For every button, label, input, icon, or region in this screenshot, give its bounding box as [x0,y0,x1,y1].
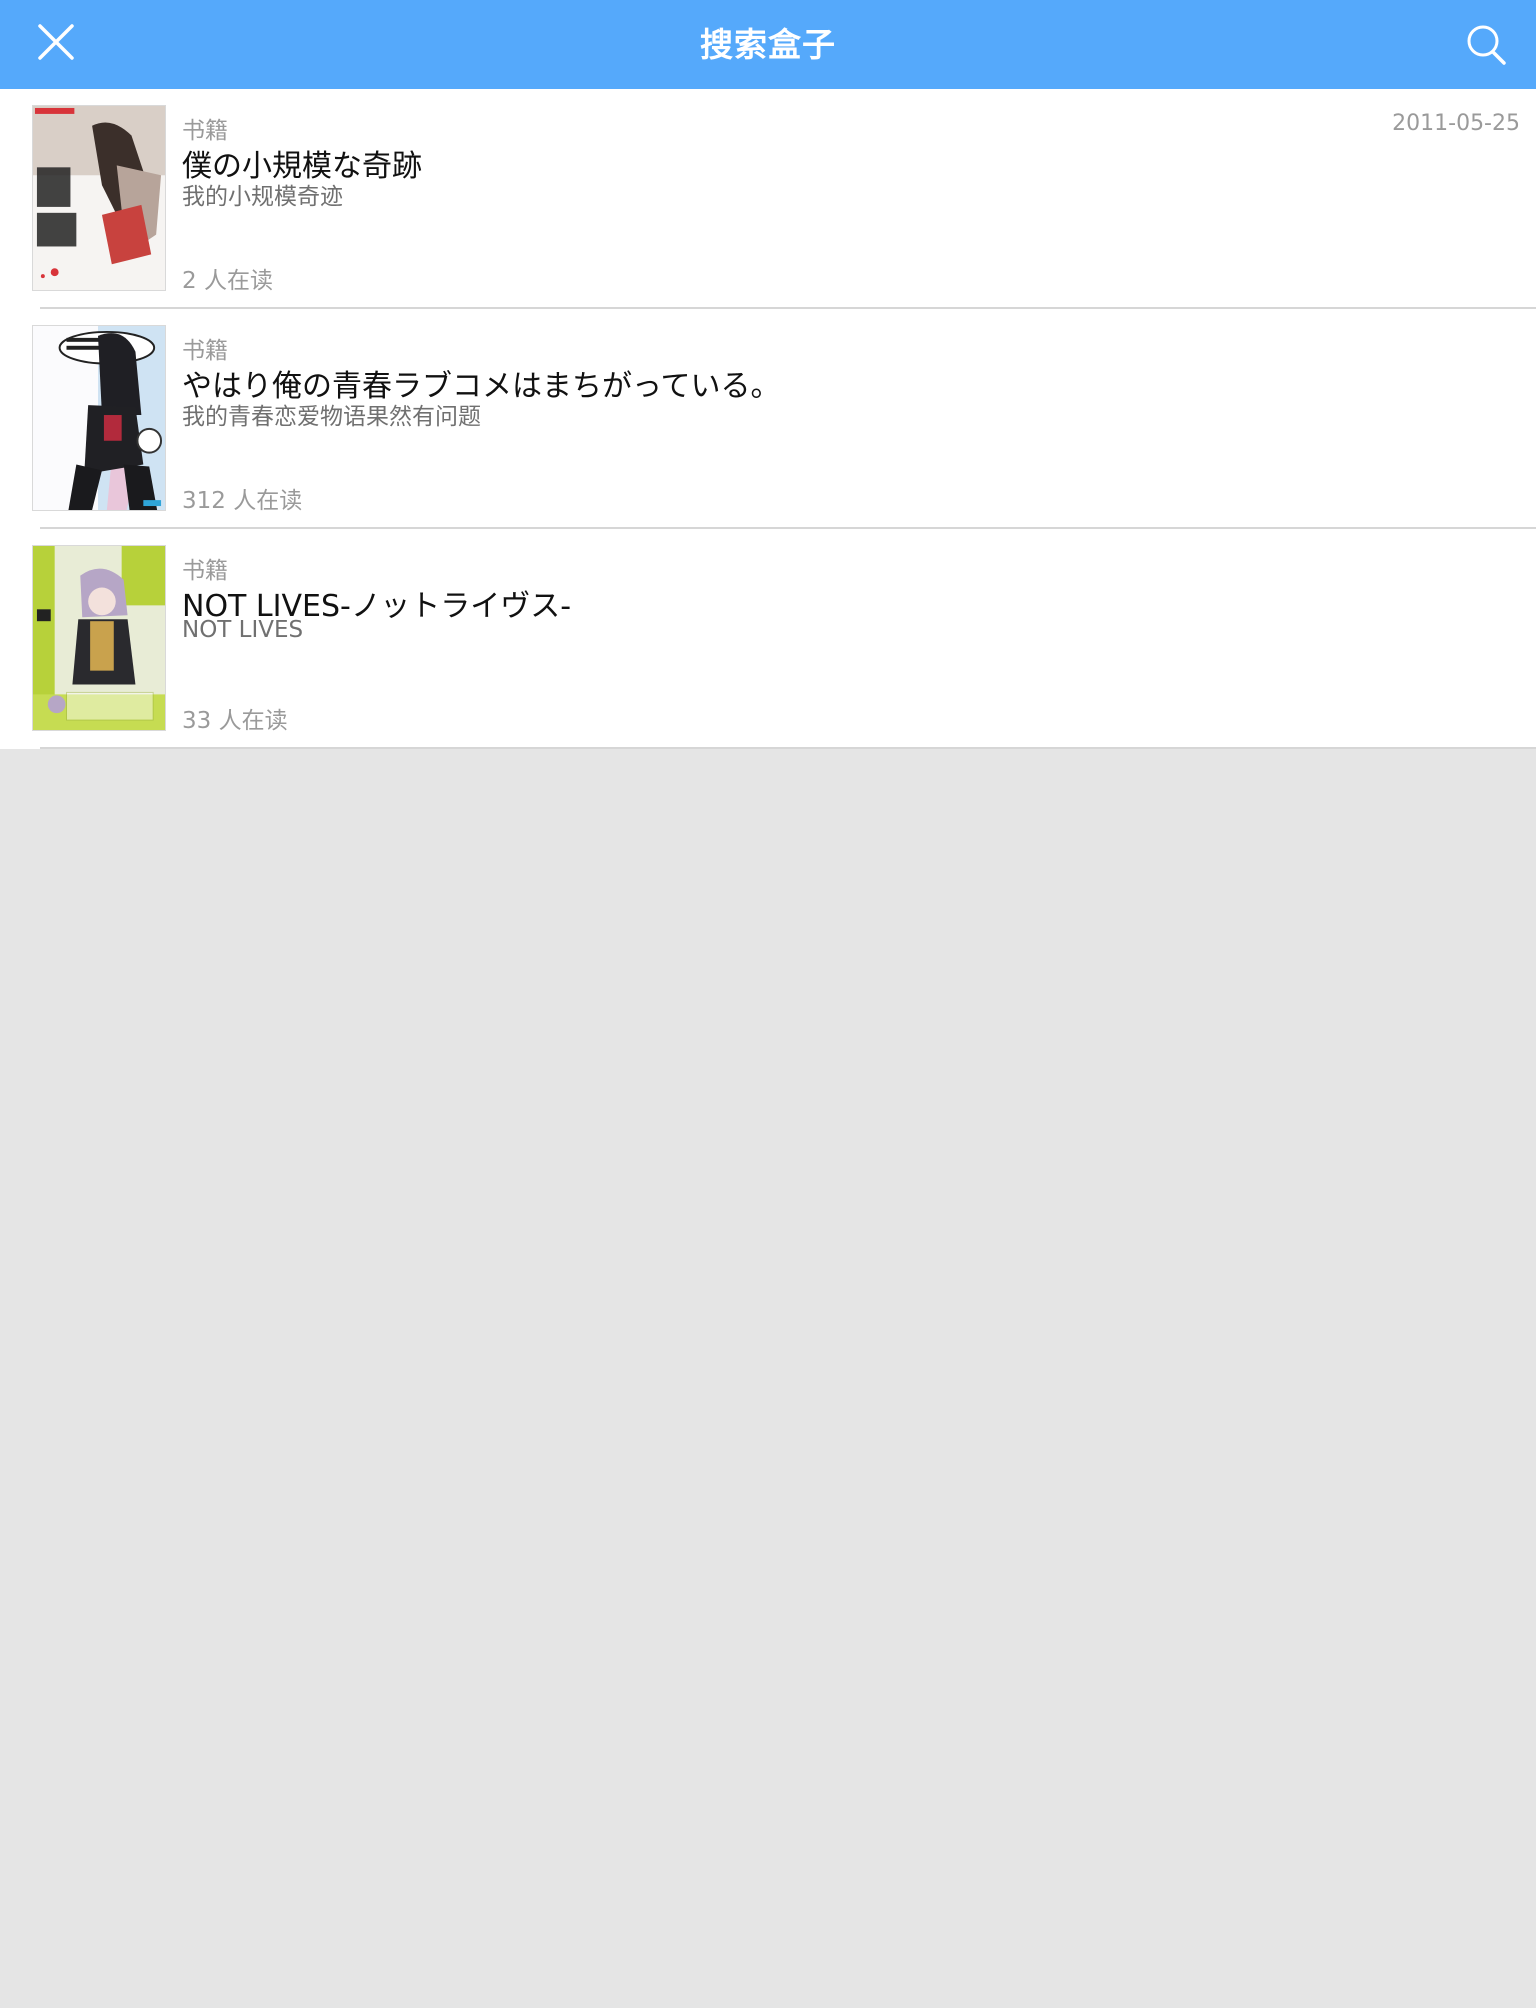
book-subtitle: 我的青春恋爱物语果然有问题 [182,404,481,430]
search-results-list: 书籍 2011-05-25 僕の小規模な奇跡 我的小规模奇迹 2 人在读 书籍 … [0,89,1536,749]
close-button[interactable] [24,16,88,70]
result-item-2[interactable]: 书籍 やはり俺の青春ラブコメはまちがっている。 我的青春恋爱物语果然有问题 31… [0,309,1536,529]
top-bar: 搜索盒子 [0,0,1536,89]
book-subtitle: 我的小规模奇迹 [182,184,343,210]
book-cover-3 [32,545,166,731]
search-icon [1467,25,1506,65]
result-item-3[interactable]: 书籍 NOT LIVES-ノットライヴス- NOT LIVES 33 人在读 [0,529,1536,749]
book-cover-1 [32,105,166,291]
reader-count: 312 人在读 [182,488,303,514]
search-button[interactable] [1454,14,1518,74]
date-label: 2011-05-25 [1392,111,1520,136]
category-label: 书籍 [182,338,228,364]
book-subtitle: NOT LIVES [182,617,304,643]
category-label: 书籍 [182,118,228,144]
reader-count: 2 人在读 [182,268,273,294]
reader-count: 33 人在读 [182,708,288,734]
category-label: 书籍 [182,558,228,584]
close-icon [38,24,74,60]
book-cover-2 [32,325,166,511]
result-item-1[interactable]: 书籍 2011-05-25 僕の小規模な奇跡 我的小规模奇迹 2 人在读 [0,89,1536,309]
row-divider [40,747,1536,749]
page-title: 搜索盒子 [700,25,836,64]
